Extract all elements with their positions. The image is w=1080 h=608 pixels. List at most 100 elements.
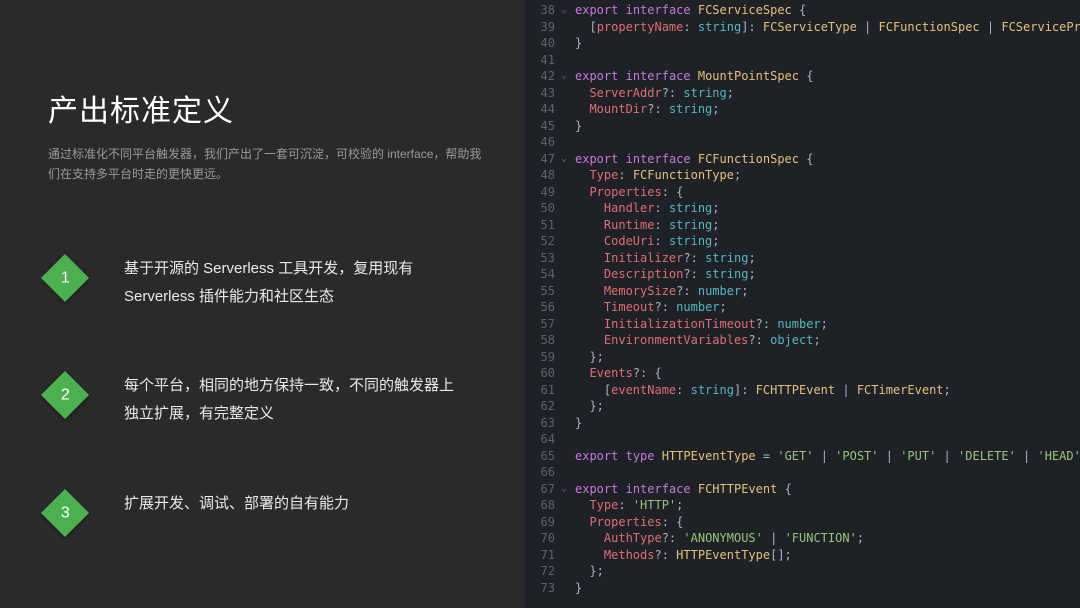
fold-gutter-icon [561,299,575,316]
slide-subtitle: 通过标准化不同平台触发器，我们产出了一套可沉淀，可校验的 interface，帮… [48,144,485,185]
code-content: Runtime: string; [575,217,720,234]
code-content: }; [575,349,604,366]
fold-gutter-icon [561,563,575,580]
fold-gutter-icon [561,349,575,366]
code-line: 59 }; [525,349,1080,366]
line-number: 71 [525,547,561,564]
line-number: 48 [525,167,561,184]
code-line: 50 Handler: string; [525,200,1080,217]
code-line: 57 InitializationTimeout?: number; [525,316,1080,333]
fold-gutter-icon [561,547,575,564]
fold-gutter-icon [561,382,575,399]
code-content: Properties: { [575,184,683,201]
fold-gutter-icon [561,217,575,234]
fold-gutter-icon [561,415,575,432]
code-content: EnvironmentVariables?: object; [575,332,821,349]
fold-gutter-icon: ⌄ [561,2,575,19]
code-line: 44 MountDir?: string; [525,101,1080,118]
code-line: 40} [525,35,1080,52]
code-content: ServerAddr?: string; [575,85,734,102]
fold-gutter-icon [561,283,575,300]
code-line: 49 Properties: { [525,184,1080,201]
line-number: 57 [525,316,561,333]
line-number: 41 [525,52,561,69]
code-line: 43 ServerAddr?: string; [525,85,1080,102]
code-line: 41 [525,52,1080,69]
code-content: Handler: string; [575,200,720,217]
code-content: Initializer?: string; [575,250,756,267]
fold-gutter-icon [561,464,575,481]
code-line: 39 [propertyName: string]: FCServiceType… [525,19,1080,36]
slide-text-panel: 产出标准定义 通过标准化不同平台触发器，我们产出了一套可沉淀，可校验的 inte… [0,0,525,608]
code-content: Description?: string; [575,266,756,283]
code-line: 54 Description?: string; [525,266,1080,283]
fold-gutter-icon [561,35,575,52]
fold-gutter-icon [561,200,575,217]
code-content: export interface FCFunctionSpec { [575,151,813,168]
bullet-item: 2 每个平台，相同的地方保持一致，不同的触发器上独立扩展，有完整定义 [48,372,485,428]
line-number: 58 [525,332,561,349]
line-number: 59 [525,349,561,366]
code-line: 58 EnvironmentVariables?: object; [525,332,1080,349]
line-number: 67 [525,481,561,498]
code-content: } [575,415,582,432]
code-content: Properties: { [575,514,683,531]
bullet-number: 2 [61,386,70,404]
code-content: Methods?: HTTPEventType[]; [575,547,792,564]
line-number: 65 [525,448,561,465]
line-number: 39 [525,19,561,36]
code-content: } [575,118,582,135]
bullet-item: 3 扩展开发、调试、部署的自有能力 [48,490,485,530]
line-number: 55 [525,283,561,300]
code-content: export type HTTPEventType = 'GET' | 'POS… [575,448,1080,465]
line-number: 53 [525,250,561,267]
fold-gutter-icon [561,101,575,118]
code-line: 67⌄export interface FCHTTPEvent { [525,481,1080,498]
code-content: [propertyName: string]: FCServiceType | … [575,19,1080,36]
code-line: 68 Type: 'HTTP'; [525,497,1080,514]
line-number: 49 [525,184,561,201]
fold-gutter-icon [561,431,575,448]
code-content: CodeUri: string; [575,233,720,250]
line-number: 52 [525,233,561,250]
code-line: 62 }; [525,398,1080,415]
fold-gutter-icon: ⌄ [561,151,575,168]
bullet-item: 1 基于开源的 Serverless 工具开发，复用现有 Serverless … [48,255,485,311]
code-editor-pane: 38⌄export interface FCServiceSpec {39 [p… [525,0,1080,608]
bullet-diamond-icon: 3 [41,489,89,537]
code-content: MemorySize?: number; [575,283,748,300]
code-line: 42⌄export interface MountPointSpec { [525,68,1080,85]
fold-gutter-icon [561,85,575,102]
code-content: Timeout?: number; [575,299,727,316]
code-line: 53 Initializer?: string; [525,250,1080,267]
fold-gutter-icon [561,514,575,531]
code-line: 72 }; [525,563,1080,580]
line-number: 66 [525,464,561,481]
line-number: 73 [525,580,561,597]
code-content: export interface FCHTTPEvent { [575,481,792,498]
fold-gutter-icon [561,167,575,184]
fold-gutter-icon [561,332,575,349]
code-content: AuthType?: 'ANONYMOUS' | 'FUNCTION'; [575,530,864,547]
fold-gutter-icon [561,134,575,151]
code-line: 51 Runtime: string; [525,217,1080,234]
line-number: 50 [525,200,561,217]
bullet-text: 基于开源的 Serverless 工具开发，复用现有 Serverless 插件… [124,255,464,311]
code-content: } [575,580,582,597]
code-line: 64 [525,431,1080,448]
code-content: }; [575,563,604,580]
line-number: 69 [525,514,561,531]
code-content: [eventName: string]: FCHTTPEvent | FCTim… [575,382,951,399]
fold-gutter-icon [561,365,575,382]
bullet-text: 每个平台，相同的地方保持一致，不同的触发器上独立扩展，有完整定义 [124,372,464,428]
code-line: 63} [525,415,1080,432]
line-number: 45 [525,118,561,135]
bullet-diamond-icon: 1 [41,254,89,302]
code-line: 66 [525,464,1080,481]
fold-gutter-icon [561,19,575,36]
code-content: }; [575,398,604,415]
code-line: 70 AuthType?: 'ANONYMOUS' | 'FUNCTION'; [525,530,1080,547]
fold-gutter-icon [561,448,575,465]
line-number: 43 [525,85,561,102]
bullet-text: 扩展开发、调试、部署的自有能力 [124,490,349,518]
